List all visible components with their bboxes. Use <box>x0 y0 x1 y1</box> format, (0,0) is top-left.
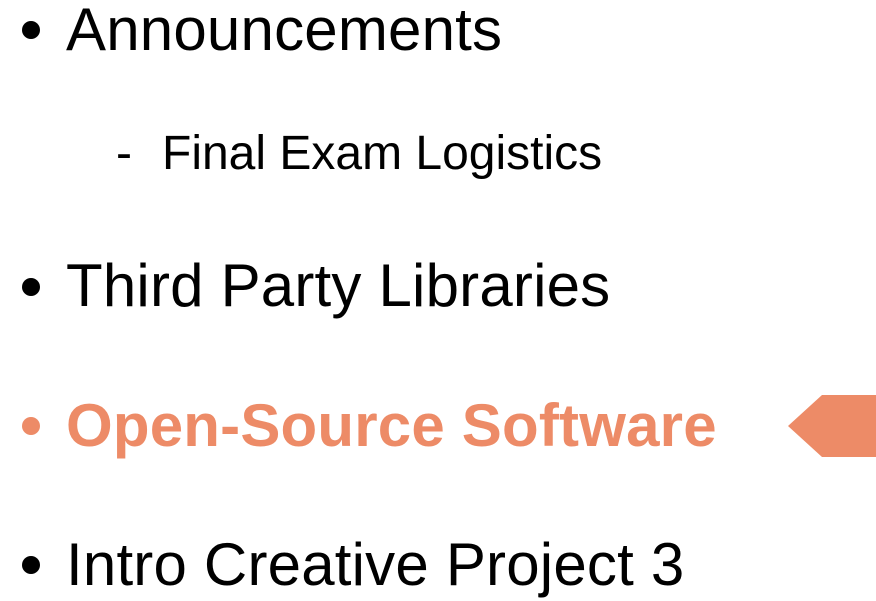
left-pointing-arrow-icon <box>788 395 876 457</box>
bullet-icon <box>22 417 40 435</box>
sub-item-dash: - <box>116 127 132 180</box>
sub-item-final-exam-logistics: Final Exam Logistics <box>162 127 603 180</box>
agenda-slide: Announcements - Final Exam Logistics Thi… <box>0 0 876 601</box>
agenda-item-announcements: Announcements <box>66 0 503 63</box>
agenda-item-open-source-software: Open-Source Software <box>66 392 717 459</box>
bullet-icon <box>22 556 40 574</box>
agenda-item-intro-creative-project-3: Intro Creative Project 3 <box>66 531 685 598</box>
bullet-icon <box>22 278 40 296</box>
bullet-icon <box>22 21 40 39</box>
agenda-item-third-party-libraries: Third Party Libraries <box>66 252 611 319</box>
